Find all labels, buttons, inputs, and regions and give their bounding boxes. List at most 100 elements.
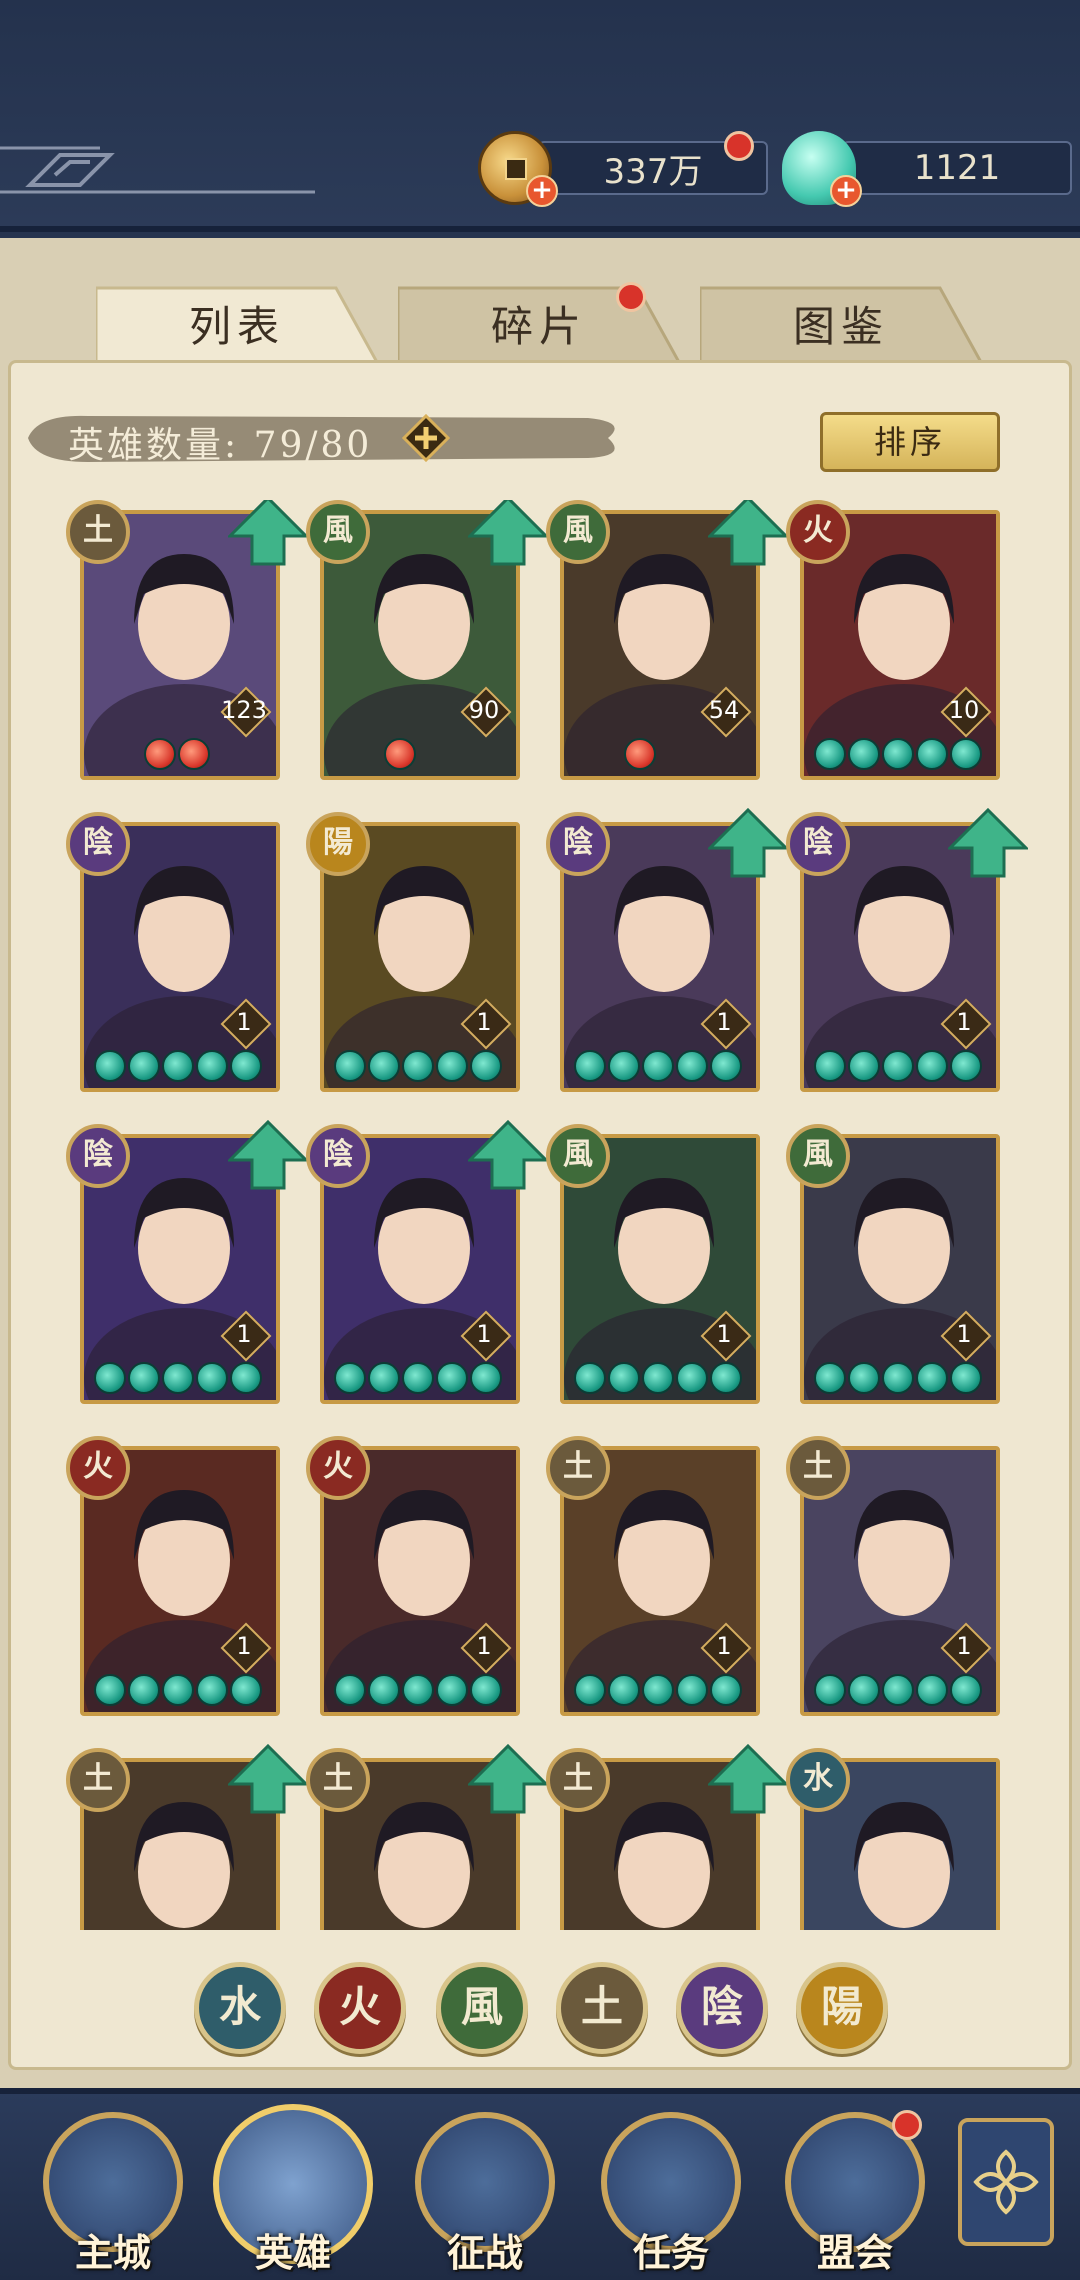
hero-level: 1: [716, 1320, 732, 1348]
star-orb-icon: [848, 738, 880, 770]
flower-icon: [973, 2149, 1039, 2215]
nav-main-city[interactable]: 主城: [38, 2112, 188, 2280]
hero-star-rating: [334, 1362, 502, 1396]
hero-level-badge: 1: [222, 1000, 266, 1044]
element-badge-icon: 風: [546, 500, 610, 564]
element-badge-icon: 土: [546, 1436, 610, 1500]
element-filter-button[interactable]: 水: [194, 1962, 286, 2054]
star-orb-icon: [230, 1050, 262, 1082]
star-orb-icon: [128, 1362, 160, 1394]
star-orb-icon: [642, 1362, 674, 1394]
star-orb-icon: [162, 1674, 194, 1706]
hero-level: 1: [716, 1008, 732, 1036]
star-orb-icon: [710, 1362, 742, 1394]
hero-star-rating: [384, 738, 416, 772]
hero-level-badge: 1: [942, 1000, 986, 1044]
star-orb-icon: [676, 1050, 708, 1082]
star-orb-icon: [642, 1674, 674, 1706]
element-badge-icon: 水: [786, 1748, 850, 1812]
more-menu-button[interactable]: [958, 2118, 1054, 2246]
star-orb-icon: [882, 1674, 914, 1706]
tab-list[interactable]: 列表: [96, 282, 378, 364]
hero-level: 1: [236, 1008, 252, 1036]
nav-heroes[interactable]: 英雄: [213, 2104, 373, 2280]
upgrade-arrow-icon: [708, 808, 788, 878]
hero-star-rating: [94, 1362, 262, 1396]
hero-star-rating: [814, 1674, 982, 1708]
star-orb-icon: [334, 1674, 366, 1706]
tab-gallery[interactable]: 图鉴: [700, 282, 982, 364]
star-orb-icon: [384, 738, 416, 770]
star-orb-icon: [882, 738, 914, 770]
star-orb-icon: [608, 1050, 640, 1082]
star-orb-icon: [334, 1050, 366, 1082]
add-jade-button[interactable]: +: [830, 175, 862, 207]
hero-count-label: 英雄数量: 79/80: [68, 425, 373, 466]
element-badge-icon: 土: [66, 500, 130, 564]
hero-level: 1: [476, 1320, 492, 1348]
star-orb-icon: [470, 1674, 502, 1706]
element-badge-icon: 風: [306, 500, 370, 564]
hero-star-rating: [574, 1362, 742, 1396]
hero-grid: 123 土 90 風 54 風 10 火 1陰 1 陽 1 陰 1 陰 1 陰 …: [0, 500, 1080, 1930]
coin-counter[interactable]: 337万 +: [478, 131, 778, 207]
star-orb-icon: [916, 1050, 948, 1082]
star-orb-icon: [196, 1362, 228, 1394]
element-filter-button[interactable]: 陽: [796, 1962, 888, 2054]
hero-star-rating: [574, 1050, 742, 1084]
nav-tasks[interactable]: 任务: [596, 2112, 746, 2280]
element-badge-icon: 風: [786, 1124, 850, 1188]
star-orb-icon: [334, 1362, 366, 1394]
star-orb-icon: [848, 1674, 880, 1706]
element-filter-button[interactable]: 火: [314, 1962, 406, 2054]
hero-level: 1: [476, 1632, 492, 1660]
element-filter-button[interactable]: 風: [436, 1962, 528, 2054]
expand-capacity-button[interactable]: [402, 414, 450, 462]
sort-button[interactable]: 排序: [820, 412, 1000, 472]
element-badge-icon: 土: [306, 1748, 370, 1812]
notification-dot: [616, 282, 646, 312]
hero-star-rating: [574, 1674, 742, 1708]
notification-dot: [724, 131, 754, 161]
element-badge-icon: 土: [546, 1748, 610, 1812]
star-orb-icon: [710, 1050, 742, 1082]
hero-star-rating: [814, 1050, 982, 1084]
element-badge-icon: 火: [306, 1436, 370, 1500]
tab-list-label: 列表: [188, 301, 285, 351]
star-orb-icon: [848, 1362, 880, 1394]
star-orb-icon: [128, 1674, 160, 1706]
star-orb-icon: [676, 1362, 708, 1394]
hero-level-badge: 1: [942, 1312, 986, 1356]
star-orb-icon: [882, 1050, 914, 1082]
star-orb-icon: [94, 1674, 126, 1706]
upgrade-arrow-icon: [708, 500, 788, 566]
jade-counter[interactable]: 1121 +: [782, 131, 1072, 207]
hero-level-badge: 1: [942, 1624, 986, 1668]
upgrade-arrow-icon: [228, 1120, 308, 1190]
hero-level: 54: [708, 696, 740, 724]
element-badge-icon: 火: [786, 500, 850, 564]
star-orb-icon: [436, 1674, 468, 1706]
star-orb-icon: [368, 1362, 400, 1394]
hero-level-badge: 1: [462, 1624, 506, 1668]
star-orb-icon: [950, 1674, 982, 1706]
nav-alliance[interactable]: 盟会: [780, 2110, 930, 2280]
element-filter-button[interactable]: 陰: [676, 1962, 768, 2054]
hero-level: 1: [956, 1008, 972, 1036]
hero-level: 1: [716, 1632, 732, 1660]
element-filter-button[interactable]: 土: [556, 1962, 648, 2054]
star-orb-icon: [94, 1362, 126, 1394]
tab-fragments[interactable]: 碎片: [398, 282, 680, 364]
nav-campaign[interactable]: 征战: [410, 2112, 560, 2280]
star-orb-icon: [436, 1050, 468, 1082]
element-badge-icon: 火: [66, 1436, 130, 1500]
star-orb-icon: [710, 1674, 742, 1706]
nav-alliance-label: 盟会: [816, 2230, 893, 2275]
star-orb-icon: [574, 1050, 606, 1082]
hero-level: 1: [956, 1320, 972, 1348]
star-orb-icon: [882, 1362, 914, 1394]
hero-level: 90: [468, 696, 500, 724]
star-orb-icon: [402, 1674, 434, 1706]
upgrade-arrow-icon: [468, 1120, 548, 1190]
add-coins-button[interactable]: +: [526, 175, 558, 207]
